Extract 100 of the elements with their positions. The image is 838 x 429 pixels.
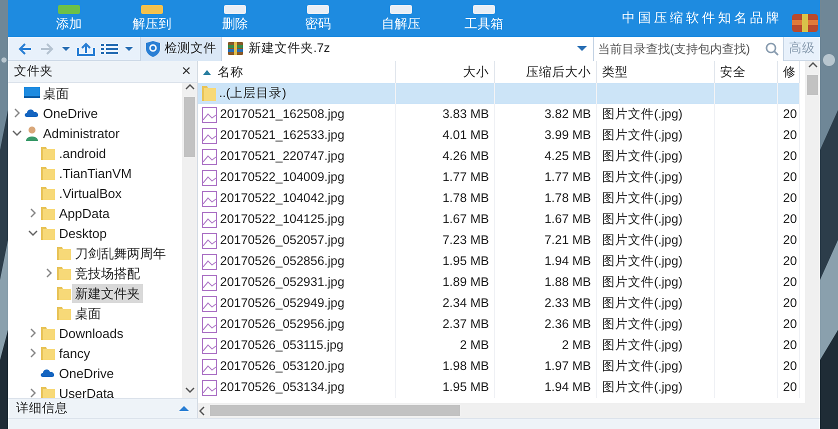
- size-cell: 1.95 MB: [396, 377, 495, 398]
- tree-item[interactable]: 刀剑乱舞两周年: [8, 243, 182, 263]
- image-file-icon: [201, 274, 218, 292]
- chevron-right-icon[interactable]: [28, 208, 38, 218]
- date-cell: 20: [778, 188, 800, 209]
- path-field[interactable]: 新建文件夹.7z: [222, 36, 594, 60]
- image-file-icon: [201, 232, 218, 250]
- tree-item[interactable]: .TianTianVM: [8, 163, 182, 183]
- user-icon: [24, 125, 40, 141]
- scan-file-button[interactable]: 检测文件: [140, 36, 222, 60]
- file-name-cell[interactable]: 20170526_052057.jpg: [198, 230, 396, 251]
- expand-up-icon[interactable]: [179, 405, 189, 412]
- date-cell: 20: [778, 356, 800, 377]
- tree-item[interactable]: .VirtualBox: [8, 183, 182, 203]
- size-cell: 2.37 MB: [396, 314, 495, 335]
- toolbar-button[interactable]: 自解压: [370, 5, 432, 32]
- file-name-cell[interactable]: 20170526_052956.jpg: [198, 314, 396, 335]
- packed-size-cell: 2 MB: [495, 335, 597, 356]
- toolbar-button[interactable]: 添加: [38, 5, 100, 32]
- file-name-cell[interactable]: 20170521_162508.jpg: [198, 104, 396, 125]
- file-name-cell[interactable]: 20170526_053115.jpg: [198, 335, 396, 356]
- file-name-cell[interactable]: 20170522_104125.jpg: [198, 209, 396, 230]
- tree-item[interactable]: 桌面: [8, 303, 182, 323]
- scrollbar-thumb[interactable]: [184, 97, 195, 157]
- type-cell: 图片文件(.jpg): [597, 188, 715, 209]
- packed-size-cell: 1.67 MB: [495, 209, 597, 230]
- tree-item[interactable]: 新建文件夹: [8, 283, 182, 303]
- search-field[interactable]: 当前目录查找(支持包内查找): [594, 36, 784, 60]
- toolbar-button[interactable]: 工具箱: [453, 5, 515, 32]
- chevron-right-icon[interactable]: [28, 348, 38, 358]
- size-cell: 4.26 MB: [396, 146, 495, 167]
- image-file-icon: [201, 378, 218, 396]
- file-name-cell[interactable]: 20170526_053134.jpg: [198, 377, 396, 398]
- view-list-icon: [101, 42, 118, 56]
- type-cell: 图片文件(.jpg): [597, 104, 715, 125]
- scrollbar-thumb[interactable]: [210, 405, 460, 416]
- toolbar-button[interactable]: 密码: [287, 5, 349, 32]
- folder-icon: [56, 305, 72, 321]
- folder-icon: [40, 165, 56, 181]
- packed-size-cell: 1.88 MB: [495, 272, 597, 293]
- type-cell: 图片文件(.jpg): [597, 356, 715, 377]
- chevron-right-icon[interactable]: [28, 388, 38, 398]
- chevron-right-icon[interactable]: [28, 328, 38, 338]
- tree-item[interactable]: OneDrive: [8, 363, 182, 383]
- file-name-cell[interactable]: 20170526_052949.jpg: [198, 293, 396, 314]
- file-name-cell[interactable]: 20170522_104042.jpg: [198, 188, 396, 209]
- tree-item[interactable]: AppData: [8, 203, 182, 223]
- type-cell: 图片文件(.jpg): [597, 146, 715, 167]
- chevron-down-icon[interactable]: [12, 128, 22, 138]
- tree-item[interactable]: 竞技场搭配: [8, 263, 182, 283]
- file-name-cell[interactable]: 20170521_220747.jpg: [198, 146, 396, 167]
- date-cell: 20: [778, 335, 800, 356]
- file-name-cell[interactable]: 20170522_104009.jpg: [198, 167, 396, 188]
- tree-item[interactable]: Downloads: [8, 323, 182, 343]
- folder-icon: [40, 185, 56, 201]
- file-name-cell[interactable]: 20170521_162533.jpg: [198, 125, 396, 146]
- image-file-icon: [201, 126, 218, 144]
- folder-icon: [40, 225, 56, 241]
- packed-size-cell: 1.97 MB: [495, 356, 597, 377]
- image-file-icon: [201, 190, 218, 208]
- size-cell: 1.77 MB: [396, 167, 495, 188]
- sort-up-icon: [203, 70, 211, 74]
- file-name-cell[interactable]: 20170526_053120.jpg: [198, 356, 396, 377]
- file-name-cell[interactable]: 20170526_052856.jpg: [198, 251, 396, 272]
- date-cell: 20: [778, 230, 800, 251]
- size-cell: 2 MB: [396, 335, 495, 356]
- tree-item[interactable]: OneDrive: [8, 103, 182, 123]
- folder-icon: [40, 345, 56, 361]
- toolbar-button[interactable]: 删除: [204, 5, 266, 32]
- image-file-icon: [201, 358, 218, 376]
- tree-item[interactable]: Desktop: [8, 223, 182, 243]
- folder-icon: [56, 245, 72, 261]
- image-file-icon: [201, 316, 218, 334]
- tree-item[interactable]: fancy: [8, 343, 182, 363]
- packed-size-cell: 2.33 MB: [495, 293, 597, 314]
- size-cell: 1.78 MB: [396, 188, 495, 209]
- packed-size-cell: 3.99 MB: [495, 125, 597, 146]
- date-cell: 20: [778, 377, 800, 398]
- tree-item[interactable]: .android: [8, 143, 182, 163]
- tree-item[interactable]: 桌面: [8, 83, 182, 103]
- size-cell: 1.67 MB: [396, 209, 495, 230]
- chevron-right-icon[interactable]: [44, 268, 54, 278]
- file-name-cell[interactable]: 20170526_052931.jpg: [198, 272, 396, 293]
- chevron-down-icon[interactable]: [28, 228, 38, 238]
- image-file-icon: [201, 168, 218, 186]
- scrollbar-thumb[interactable]: [807, 75, 818, 95]
- tree-item[interactable]: Administrator: [8, 123, 182, 143]
- toolbar-button[interactable]: 解压到: [121, 5, 183, 32]
- image-file-icon: [201, 210, 218, 228]
- date-cell: 20: [778, 104, 800, 125]
- file-name-cell[interactable]: ..(上层目录): [198, 83, 396, 104]
- desktop-icon: [24, 85, 40, 101]
- close-button[interactable]: ×: [182, 64, 191, 80]
- image-file-icon: [201, 148, 218, 166]
- folder-icon: [40, 145, 56, 161]
- image-file-icon: [201, 106, 218, 124]
- up-folder-icon: [77, 42, 96, 56]
- forward-icon: [39, 42, 56, 56]
- type-cell: 图片文件(.jpg): [597, 167, 715, 188]
- chevron-right-icon[interactable]: [12, 108, 22, 118]
